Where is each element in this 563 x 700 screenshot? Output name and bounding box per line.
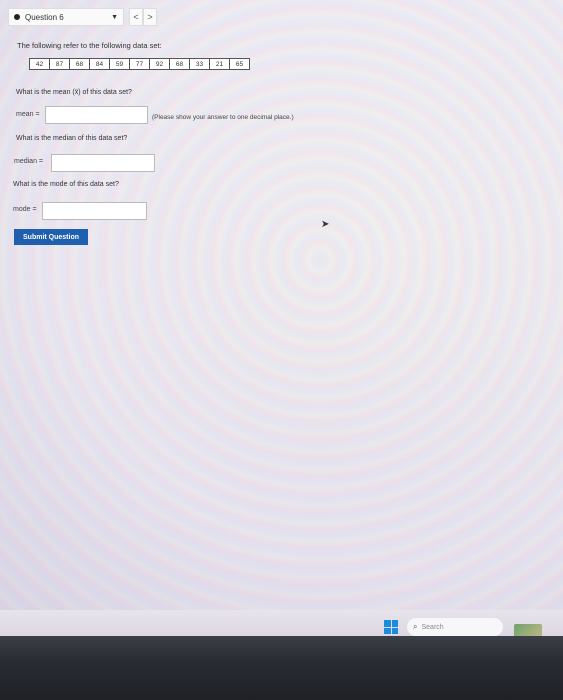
data-cell: 87 (49, 58, 70, 70)
question-select[interactable]: Question 6 ▼ (8, 8, 124, 26)
intro-text: The following refer to the following dat… (17, 41, 162, 50)
mode-input[interactable] (42, 202, 147, 220)
windows-icon[interactable] (384, 620, 398, 634)
question-nav: Question 6 ▼ < > (8, 7, 168, 27)
question-select-label: Question 6 (25, 12, 64, 22)
prev-question-button[interactable]: < (129, 8, 143, 26)
mean-question: What is the mean (x̄) of this data set? (16, 89, 132, 96)
mode-label: mode = (13, 206, 37, 213)
mode-question: What is the mode of this data set? (13, 181, 119, 188)
mean-input[interactable] (45, 106, 148, 124)
data-cell: 77 (129, 58, 150, 70)
data-cell: 21 (209, 58, 230, 70)
taskbar-search-placeholder: Search (421, 623, 444, 631)
search-icon: ⌕ (413, 622, 418, 631)
median-question: What is the median of this data set? (16, 135, 128, 142)
mean-precision-note: (Please show your answer to one decimal … (152, 114, 294, 121)
data-cell: 68 (69, 58, 90, 70)
monitor-bezel (0, 636, 563, 700)
data-cell: 65 (229, 58, 250, 70)
data-cell: 84 (89, 58, 110, 70)
data-set-row: 42 87 68 84 59 77 92 68 33 21 65 (29, 58, 250, 70)
data-cell: 42 (29, 58, 50, 70)
chevron-down-icon: ▼ (111, 13, 118, 21)
data-cell: 59 (109, 58, 130, 70)
status-dot-icon (14, 14, 20, 20)
taskbar-search[interactable]: ⌕ Search (407, 618, 503, 636)
mean-label: mean = (16, 111, 40, 118)
median-label: median = (14, 158, 43, 165)
data-set-table: 42 87 68 84 59 77 92 68 33 21 65 (29, 58, 250, 70)
data-cell: 92 (149, 58, 170, 70)
next-question-button[interactable]: > (143, 8, 157, 26)
data-cell: 68 (169, 58, 190, 70)
data-cell: 33 (189, 58, 210, 70)
submit-question-button[interactable]: Submit Question (14, 229, 88, 245)
median-input[interactable] (51, 154, 155, 172)
mouse-cursor-icon: ➤ (321, 219, 330, 230)
